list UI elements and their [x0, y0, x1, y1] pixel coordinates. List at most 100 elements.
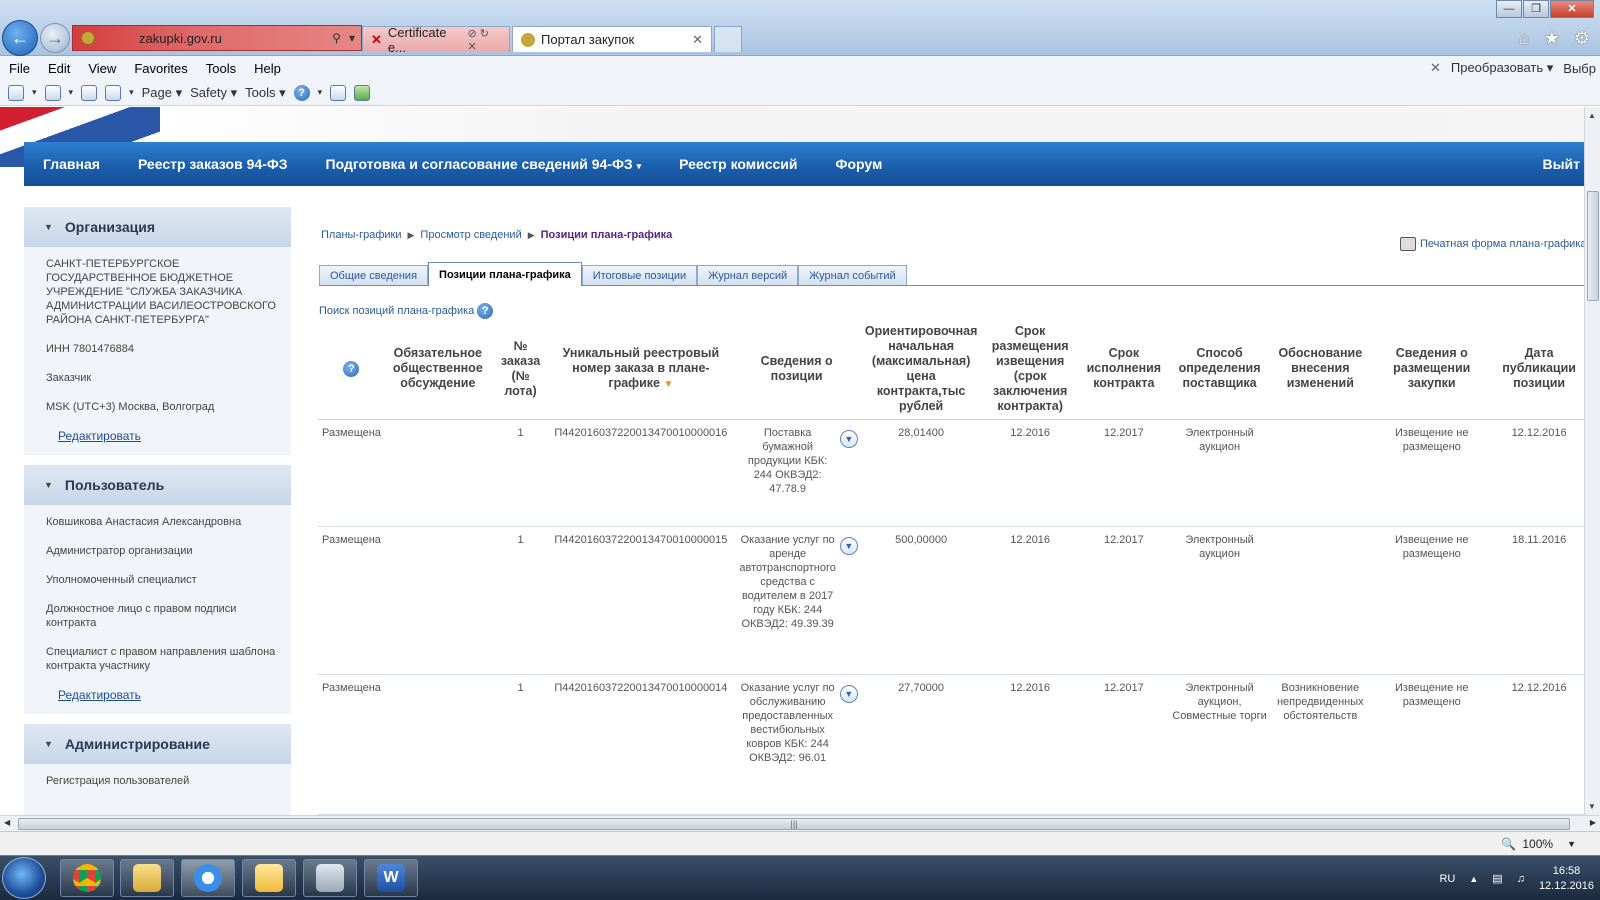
tab-general[interactable]: Общие сведения: [319, 265, 429, 285]
col-method: Способ определения поставщика: [1167, 319, 1272, 420]
mail-taskbar-icon[interactable]: [242, 859, 296, 897]
network-icon[interactable]: ▤: [1492, 872, 1502, 885]
user-panel: ▼ Пользователь Ковшикова Анастасия Алекса…: [24, 465, 291, 714]
search-positions-link[interactable]: Поиск позиций плана-графика?: [319, 303, 494, 319]
nav-orders-registry[interactable]: Реестр заказов 94-ФЗ: [119, 156, 307, 172]
col-number[interactable]: Уникальный реестровый номер заказа в пла…: [550, 319, 732, 420]
dropdown-icon[interactable]: ▾: [349, 31, 355, 45]
scroll-left-icon[interactable]: ◀: [4, 818, 10, 827]
col-help: ?: [318, 319, 385, 420]
maximize-button[interactable]: ❐: [1523, 0, 1549, 18]
clock[interactable]: 16:58 12.12.2016: [1539, 864, 1594, 894]
browser-chrome: ← → zakupki.gov.ru ⚲ ▾ ✕ Certificate e...…: [0, 0, 1600, 56]
close-tab-icon[interactable]: ✕: [692, 32, 703, 48]
back-button[interactable]: ←: [2, 20, 38, 56]
cell-info: Оказание услуг по аренде автотранспортно…: [731, 526, 862, 675]
row-actions-dropdown-icon[interactable]: ▼: [839, 536, 858, 555]
nav-home[interactable]: Главная: [24, 156, 119, 172]
menu-help[interactable]: Help: [245, 61, 290, 76]
new-tab-button[interactable]: [714, 26, 742, 52]
word-taskbar-icon[interactable]: W: [364, 859, 418, 897]
safety-menu[interactable]: Safety ▾: [190, 85, 237, 101]
select-button[interactable]: Выбр: [1563, 61, 1596, 76]
nav-forum[interactable]: Форум: [817, 156, 902, 172]
cell-price: 500,00000: [861, 526, 981, 675]
menu-view[interactable]: View: [79, 61, 125, 76]
row-actions-dropdown-icon[interactable]: ▼: [839, 429, 858, 448]
tab-versions[interactable]: Журнал версий: [697, 265, 799, 285]
explorer-taskbar-icon[interactable]: [120, 859, 174, 897]
ie-taskbar-icon[interactable]: [181, 859, 235, 897]
tab-portal[interactable]: Портал закупок ✕: [512, 26, 712, 52]
tray-expand-icon[interactable]: ▲: [1469, 874, 1478, 884]
scroll-down-icon[interactable]: ▼: [1588, 802, 1596, 811]
horizontal-scroll-thumb[interactable]: |||: [18, 818, 1570, 830]
org-edit-link[interactable]: Редактировать: [58, 429, 277, 443]
print-icon[interactable]: [105, 84, 122, 101]
zoom-control[interactable]: 🔍 100% ▼: [1501, 837, 1576, 851]
breadcrumb-view[interactable]: Просмотр сведений: [420, 229, 521, 241]
breadcrumb-plans[interactable]: Планы-графики: [321, 229, 402, 241]
close-window-button[interactable]: ✕: [1550, 0, 1594, 18]
home-icon[interactable]: ⌂: [1519, 28, 1530, 49]
addon-icon[interactable]: [354, 84, 371, 101]
forward-button[interactable]: →: [40, 23, 70, 53]
print-form-link[interactable]: Печатная форма плана-графика: [1400, 237, 1584, 251]
scroll-up-icon[interactable]: ▲: [1588, 111, 1596, 120]
breadcrumb-current: Позиции плана-графика: [540, 229, 673, 241]
vertical-scroll-thumb[interactable]: [1587, 191, 1599, 301]
menu-tools[interactable]: Tools: [197, 61, 245, 76]
menu-favorites[interactable]: Favorites: [125, 61, 196, 76]
language-indicator[interactable]: RU: [1439, 873, 1455, 885]
tools-menu[interactable]: Tools ▾: [245, 85, 286, 101]
favorites-star-icon[interactable]: ★: [1544, 28, 1560, 49]
admin-panel-header[interactable]: ▼ Администрирование: [24, 724, 291, 764]
nav-preparation[interactable]: Подготовка и согласование сведений 94-ФЗ…: [307, 156, 661, 172]
tab-certificate[interactable]: ✕ Certificate e... ⊘ ↻ ✕: [362, 25, 510, 55]
organization-panel-header[interactable]: ▼ Организация: [24, 207, 291, 247]
select-label: Выбр: [1563, 60, 1596, 76]
scroll-right-icon[interactable]: ▶: [1590, 818, 1596, 827]
calculator-taskbar-icon[interactable]: [303, 859, 357, 897]
nav-exit[interactable]: Выйт: [1542, 156, 1584, 172]
search-icon[interactable]: ⚲: [332, 31, 341, 45]
cell-discussion: [384, 526, 491, 675]
col-execution: Срок исполнения контракта: [1079, 319, 1168, 420]
main-navigation: Главная Реестр заказов 94-ФЗ Подготовка …: [24, 142, 1584, 186]
menu-edit[interactable]: Edit: [39, 61, 79, 76]
cell-lot: 1: [490, 674, 551, 815]
stop-refresh-close-icons[interactable]: ⊘ ↻ ✕: [468, 27, 502, 53]
cell-price: 28,01400: [861, 419, 981, 527]
menu-file[interactable]: File: [0, 61, 39, 76]
help-icon[interactable]: ?: [293, 84, 310, 101]
volume-icon[interactable]: ♫: [1517, 873, 1525, 885]
address-bar[interactable]: zakupki.gov.ru ⚲ ▾: [72, 25, 362, 51]
row-actions-dropdown-icon[interactable]: ▼: [839, 684, 858, 703]
admin-item[interactable]: Регистрация пользователей: [46, 774, 277, 788]
gear-icon[interactable]: ⚙: [1574, 28, 1590, 49]
cell-placement: 12.2016: [980, 674, 1080, 815]
page-viewport: Главная Реестр заказов 94-ФЗ Подготовка …: [0, 107, 1584, 815]
mail-icon[interactable]: [81, 84, 98, 101]
feeds-icon[interactable]: [44, 84, 61, 101]
user-panel-header[interactable]: ▼ Пользователь: [24, 465, 291, 505]
home-icon[interactable]: [8, 84, 24, 101]
horizontal-scrollbar[interactable]: ◀ ||| ▶: [0, 815, 1600, 831]
research-icon[interactable]: [330, 84, 347, 101]
vertical-scrollbar[interactable]: ▲ ▼: [1584, 107, 1600, 815]
convert-button[interactable]: Преобразовать ▾: [1451, 60, 1553, 76]
tab-events[interactable]: Журнал событий: [798, 265, 907, 285]
col-published: Дата публикации позиции: [1494, 319, 1584, 420]
help-icon[interactable]: ?: [477, 303, 494, 319]
user-edit-link[interactable]: Редактировать: [58, 688, 277, 702]
nav-commissions[interactable]: Реестр комиссий: [660, 156, 816, 172]
site-crest-icon: [81, 31, 95, 45]
page-menu[interactable]: Page ▾: [142, 85, 183, 101]
tab-totals[interactable]: Итоговые позиции: [581, 265, 698, 285]
help-icon[interactable]: ?: [343, 360, 360, 377]
close-icon[interactable]: ✕: [1430, 60, 1441, 76]
start-button[interactable]: [2, 857, 46, 899]
chrome-taskbar-icon[interactable]: [60, 859, 114, 897]
tab-positions[interactable]: Позиции плана-графика: [428, 262, 582, 286]
minimize-button[interactable]: —: [1496, 0, 1522, 18]
